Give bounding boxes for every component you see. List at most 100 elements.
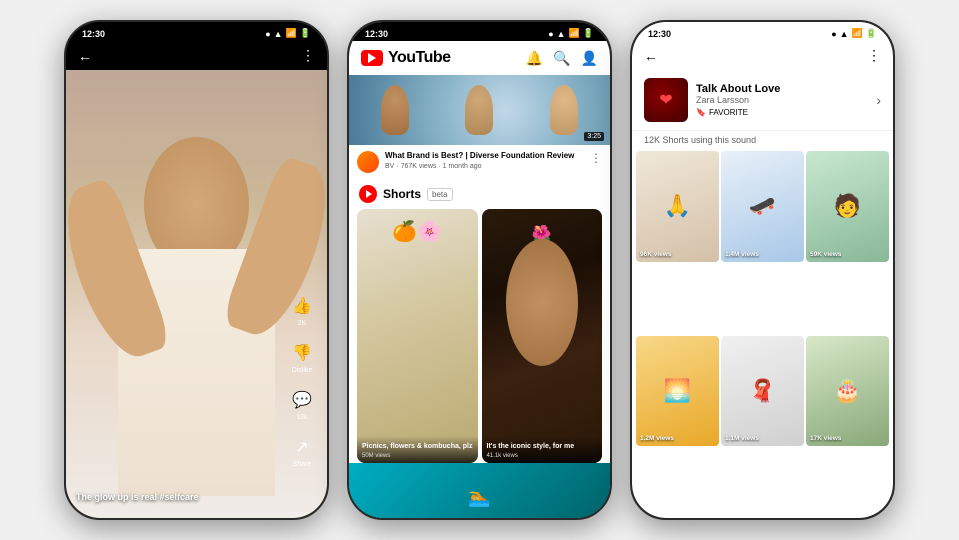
short-item-3[interactable]: 🧑 59K views xyxy=(806,151,889,262)
si-5-icon: 🧣 xyxy=(721,336,804,447)
short-views-1: 50M views xyxy=(362,453,473,459)
shorts-beta-badge: beta xyxy=(427,188,453,201)
thumbs-down-icon: 👎 xyxy=(290,341,314,365)
status-bar-1: 12:30 ● ▲ 📶 🔋 xyxy=(66,22,327,41)
music-card[interactable]: ❤ Talk About Love Zara Larsson 🔖 FAVORIT… xyxy=(632,70,893,131)
bookmark-icon: 🔖 xyxy=(696,108,706,117)
thumb-person-2 xyxy=(465,85,493,135)
si-views-5: 1.1M views xyxy=(725,435,759,442)
comment-count: 12k xyxy=(296,414,307,421)
youtube-logo: YouTube xyxy=(361,49,451,67)
short-item-1[interactable]: 🙏 96K views xyxy=(636,151,719,262)
more-icon-1[interactable]: ⋮ xyxy=(301,47,315,64)
short-title-1: Picnics, flowers & kombucha, plz xyxy=(362,442,473,451)
status-icons-2: ● ▲ 📶 🔋 xyxy=(548,28,594,39)
short-bg-1 xyxy=(357,209,478,463)
dislike-label: Dislike xyxy=(292,367,313,374)
comment-button[interactable]: 💬 12k xyxy=(290,388,314,421)
video-text: What Brand is Best? | Diverse Foundation… xyxy=(385,151,584,170)
time-2: 12:30 xyxy=(365,29,388,39)
heart-icon: ❤ xyxy=(659,90,672,110)
song-artist: Zara Larsson xyxy=(696,95,868,105)
si-4-icon: 🌅 xyxy=(636,336,719,447)
short-item-6[interactable]: 🎂 17K views xyxy=(806,336,889,447)
search-icon[interactable]: 🔍 xyxy=(553,50,570,67)
time-1: 12:30 xyxy=(82,29,105,39)
featured-video[interactable]: 3:25 What Brand is Best? | Diverse Found… xyxy=(349,75,610,179)
comment-icon: 💬 xyxy=(290,388,314,412)
si-views-6: 17K views xyxy=(810,435,841,442)
shorts-grid: 🍊🌸 Picnics, flowers & kombucha, plz 50M … xyxy=(349,209,610,463)
shorts-sound-grid: 🙏 96K views 🛹 1.4M views 🧑 59K views 🌅 1… xyxy=(632,151,893,518)
like-button[interactable]: 👍 2K xyxy=(290,294,314,327)
video-caption: The glow up is real #selfcare xyxy=(76,492,272,502)
thumb-person-3 xyxy=(550,85,578,135)
sounds-count: 12K Shorts using this sound xyxy=(632,131,893,151)
short-item-2[interactable]: 🛹 1.4M views xyxy=(721,151,804,262)
p3-back-icon[interactable]: ← xyxy=(644,48,658,64)
like-count: 2K xyxy=(298,320,307,327)
thumb-person-1 xyxy=(381,85,409,135)
time-3: 12:30 xyxy=(648,29,671,39)
status-bar-3: 12:30 ● ▲ 📶 🔋 xyxy=(632,22,893,41)
music-info: Talk About Love Zara Larsson 🔖 FAVORITE xyxy=(696,83,868,117)
youtube-header: YouTube 🔔 🔍 👤 xyxy=(349,41,610,75)
status-icons-3: ● ▲ 📶 🔋 xyxy=(831,28,877,39)
short-item-4[interactable]: 🌅 1.2M views xyxy=(636,336,719,447)
bottom-thumbnail[interactable]: 🏊 xyxy=(349,463,610,518)
short-card-1[interactable]: 🍊🌸 Picnics, flowers & kombucha, plz 50M … xyxy=(357,209,478,463)
si-3-icon: 🧑 xyxy=(806,151,889,262)
phone-3: 12:30 ● ▲ 📶 🔋 ← ⋮ ❤ Talk About Love Zara… xyxy=(630,20,895,520)
yt-header-icons: 🔔 🔍 👤 xyxy=(526,50,598,67)
dislike-button[interactable]: 👎 Dislike xyxy=(290,341,314,374)
video-thumbnail: 3:25 xyxy=(349,75,610,145)
phone-2: 12:30 ● ▲ 📶 🔋 YouTube 🔔 🔍 👤 xyxy=(347,20,612,520)
si-views-1: 96K views xyxy=(640,251,671,258)
video-actions: 👍 2K 👎 Dislike 💬 12k ↗ Share xyxy=(277,70,327,518)
video-meta: BV · 767K views · 1 month ago xyxy=(385,163,584,170)
thumbs-up-icon: 👍 xyxy=(290,294,314,318)
phone-1: 12:30 ● ▲ 📶 🔋 ← ⋮ xyxy=(64,20,329,520)
si-1-icon: 🙏 xyxy=(636,151,719,262)
yt-play-triangle xyxy=(368,53,376,63)
music-thumbnail: ❤ xyxy=(644,78,688,122)
chevron-right-icon: › xyxy=(876,92,881,108)
short-decoration-1: 🍊🌸 xyxy=(392,219,442,244)
video-content: 👍 2K 👎 Dislike 💬 12k ↗ Share The g xyxy=(66,70,327,518)
si-views-4: 1.2M views xyxy=(640,435,674,442)
pool-person-icon: 🏊 xyxy=(468,487,490,508)
video-nav-top: ← ⋮ xyxy=(66,41,327,70)
video-more-icon[interactable]: ⋮ xyxy=(590,151,602,165)
status-bar-2: 12:30 ● ▲ 📶 🔋 xyxy=(349,22,610,41)
share-button[interactable]: ↗ Share xyxy=(290,435,314,468)
short-caption-1: Picnics, flowers & kombucha, plz 50M vie… xyxy=(357,436,478,463)
shorts-play-icon xyxy=(366,190,372,198)
share-label: Share xyxy=(293,461,312,468)
video-info: What Brand is Best? | Diverse Foundation… xyxy=(349,145,610,179)
si-2-icon: 🛹 xyxy=(721,151,804,262)
video-duration: 3:25 xyxy=(584,132,604,141)
short-views-2: 41.1k views xyxy=(487,453,598,459)
profile-icon[interactable]: 👤 xyxy=(581,50,598,67)
p3-header: ← ⋮ xyxy=(632,41,893,70)
back-icon[interactable]: ← xyxy=(78,48,92,64)
short-item-5[interactable]: 🧣 1.1M views xyxy=(721,336,804,447)
share-icon: ↗ xyxy=(290,435,314,459)
channel-avatar xyxy=(357,151,379,173)
song-title: Talk About Love xyxy=(696,83,868,95)
video-title: What Brand is Best? | Diverse Foundation… xyxy=(385,151,584,161)
yt-logo-text: YouTube xyxy=(388,49,451,67)
short-face xyxy=(506,239,578,366)
si-views-2: 1.4M views xyxy=(725,251,759,258)
favorite-label: 🔖 FAVORITE xyxy=(696,108,868,117)
notification-icon[interactable]: 🔔 xyxy=(526,50,543,67)
short-title-2: It's the iconic style, for me xyxy=(487,442,598,451)
status-icons-1: ● ▲ 📶 🔋 xyxy=(265,28,311,39)
short-card-2[interactable]: 🌺 It's the iconic style, for me 41.1k vi… xyxy=(482,209,603,463)
short-caption-2: It's the iconic style, for me 41.1k view… xyxy=(482,436,603,463)
p3-more-icon[interactable]: ⋮ xyxy=(867,47,881,64)
shorts-header: Shorts beta xyxy=(349,179,610,209)
si-6-icon: 🎂 xyxy=(806,336,889,447)
yt-logo-icon xyxy=(361,50,383,66)
shorts-label: Shorts xyxy=(383,187,421,201)
